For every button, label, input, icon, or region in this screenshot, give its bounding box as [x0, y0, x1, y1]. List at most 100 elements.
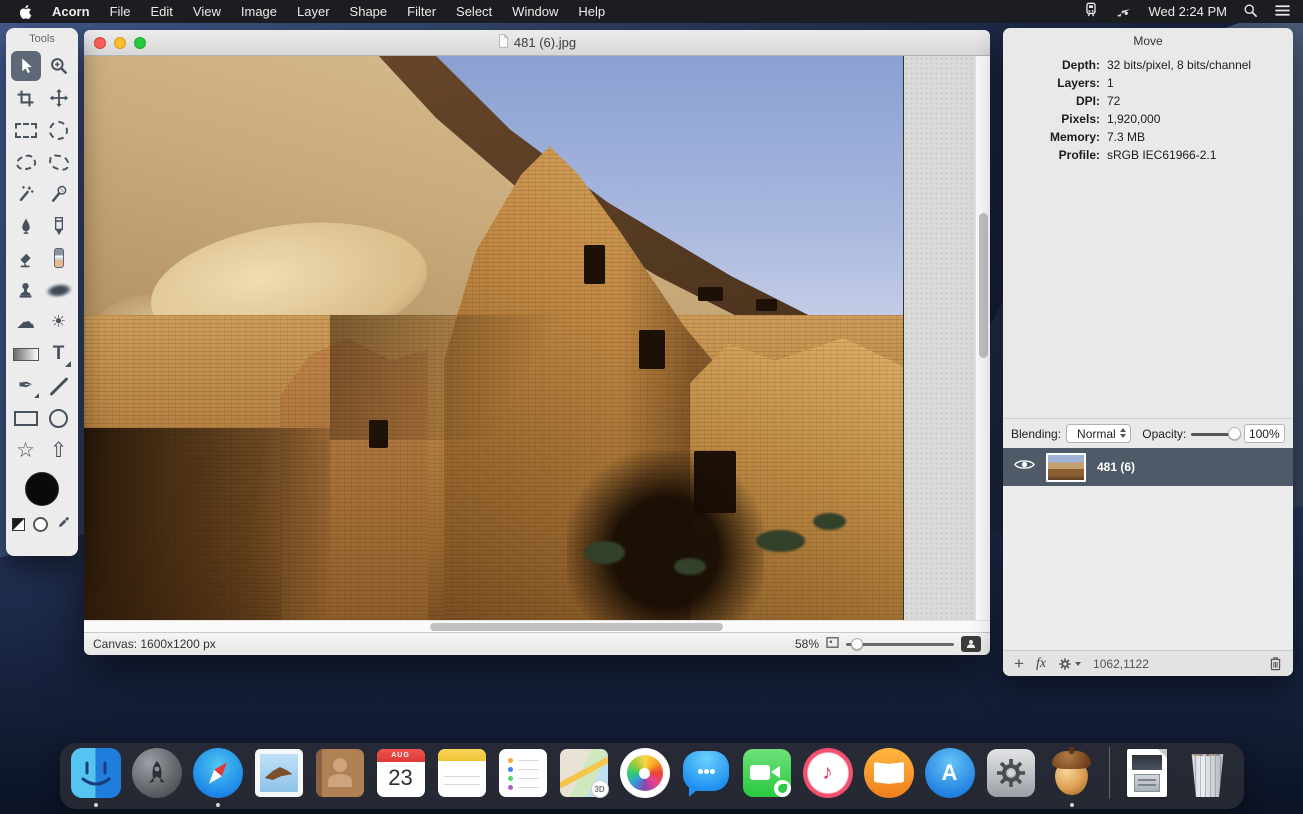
dock-reminders-icon[interactable] — [497, 747, 549, 799]
crop-tool-icon[interactable] — [11, 83, 41, 113]
dock-photos-icon[interactable] — [619, 747, 671, 799]
dock-calendar-icon[interactable]: AUG 23 — [375, 747, 427, 799]
canvas-size-label: Canvas: 1600x1200 px — [93, 637, 216, 651]
vertical-scrollbar[interactable] — [975, 56, 990, 620]
block-eraser-tool-icon[interactable] — [44, 243, 74, 273]
menu-acorn[interactable]: Acorn — [42, 0, 100, 23]
menu-view[interactable]: View — [183, 0, 231, 23]
blending-popup[interactable]: Normal — [1066, 424, 1131, 443]
magic-wand-tool-icon[interactable] — [11, 179, 41, 209]
ellipse-select-tool-icon[interactable] — [44, 115, 74, 145]
delete-layer-trash-icon[interactable] — [1269, 656, 1282, 671]
zoom-slider-knob[interactable] — [851, 638, 863, 650]
menu-image[interactable]: Image — [231, 0, 287, 23]
opacity-slider[interactable] — [1191, 427, 1238, 441]
add-layer-button[interactable]: + — [1014, 654, 1024, 674]
vertical-scrollbar-thumb[interactable] — [979, 213, 988, 358]
document-icon — [498, 34, 509, 51]
dock-trash-icon[interactable] — [1182, 747, 1234, 799]
instant-alpha-tool-icon[interactable] — [44, 179, 74, 209]
menu-edit[interactable]: Edit — [141, 0, 183, 23]
spotlight-search-icon[interactable] — [1243, 3, 1258, 21]
text-tool-icon[interactable]: T — [44, 339, 74, 369]
layer-visibility-eye-icon[interactable] — [1014, 458, 1035, 476]
oval-shape-tool-icon[interactable] — [44, 403, 74, 433]
brush-tool-icon[interactable] — [11, 211, 41, 241]
menu-shape[interactable]: Shape — [340, 0, 398, 23]
horizontal-scrollbar[interactable] — [84, 620, 990, 632]
bw-swatch-icon[interactable] — [12, 518, 25, 531]
rect-shape-tool-icon[interactable] — [11, 403, 41, 433]
gradient-tool-icon[interactable] — [11, 339, 41, 369]
menu-clock[interactable]: Wed 2:24 PM — [1148, 4, 1227, 19]
pencil-tool-icon[interactable] — [44, 211, 74, 241]
menu-filter[interactable]: Filter — [397, 0, 446, 23]
lasso-tool-icon[interactable] — [11, 147, 41, 177]
layer-thumbnail[interactable] — [1046, 453, 1086, 482]
zoom-window-button[interactable] — [134, 37, 146, 49]
dock-finder-icon[interactable] — [70, 747, 122, 799]
opacity-field[interactable]: 100% — [1244, 424, 1285, 443]
dock-mail-icon[interactable] — [253, 747, 305, 799]
tools-grid: ☁ ☀ T ✒ ☆ ⇧ — [6, 50, 78, 466]
dock-maps-icon[interactable]: 3D — [558, 747, 610, 799]
info-row-layers: Layers: 1 — [1013, 74, 1283, 92]
layer-row-selected[interactable]: 481 (6) — [1003, 448, 1293, 486]
eraser-tool-icon[interactable] — [11, 243, 41, 273]
info-value: 1,920,000 — [1107, 110, 1283, 128]
move-tool-icon[interactable] — [44, 83, 74, 113]
running-indicator — [94, 803, 98, 807]
move-arrow-tool-icon[interactable] — [11, 51, 41, 81]
dock-notes-icon[interactable] — [436, 747, 488, 799]
sharpen-tool-icon[interactable]: ☀ — [44, 307, 74, 337]
dock-facetime-icon[interactable] — [741, 747, 793, 799]
layer-actions-gear-button[interactable] — [1058, 657, 1081, 671]
blur-tool-icon[interactable]: ☁ — [11, 307, 41, 337]
smudge-tool-icon[interactable] — [44, 275, 74, 305]
zoom-slider[interactable] — [846, 637, 954, 651]
canvas-image[interactable] — [84, 56, 903, 620]
horizontal-scrollbar-thumb[interactable] — [430, 623, 723, 631]
dock-contacts-icon[interactable] — [314, 747, 366, 799]
bezier-pen-tool-icon[interactable]: ✒ — [11, 371, 41, 401]
polygon-lasso-tool-icon[interactable] — [44, 147, 74, 177]
dock-itunes-icon[interactable]: ♪ — [802, 747, 854, 799]
apple-menu-icon[interactable] — [18, 4, 32, 20]
dock-system-preferences-icon[interactable] — [985, 747, 1037, 799]
menu-help[interactable]: Help — [568, 0, 615, 23]
zoom-tool-icon[interactable] — [44, 51, 74, 81]
opacity-slider-knob[interactable] — [1228, 427, 1241, 440]
dock-acorn-icon[interactable] — [1046, 747, 1098, 799]
menu-layer[interactable]: Layer — [287, 0, 340, 23]
menu-window[interactable]: Window — [502, 0, 568, 23]
clone-stamp-tool-icon[interactable] — [11, 275, 41, 305]
dock-launchpad-icon[interactable] — [131, 747, 183, 799]
gear-caret-icon — [1075, 662, 1081, 666]
dock-messages-icon[interactable] — [680, 747, 732, 799]
notification-center-icon[interactable] — [1274, 4, 1291, 20]
document-window: 481 (6).jpg Canvas: 1600x1200 p — [84, 30, 990, 655]
dock-app-store-icon[interactable]: A — [924, 747, 976, 799]
zoom-in-image-icon[interactable] — [961, 636, 981, 652]
line-tool-icon[interactable] — [44, 371, 74, 401]
arrow-shape-tool-icon[interactable]: ⇧ — [44, 435, 74, 465]
info-value: sRGB IEC61966-2.1 — [1107, 146, 1283, 164]
secondary-color-well[interactable] — [33, 517, 48, 532]
star-shape-tool-icon[interactable]: ☆ — [11, 435, 41, 465]
train-icon[interactable] — [1083, 2, 1099, 21]
rect-select-tool-icon[interactable] — [11, 115, 41, 145]
dock-ibooks-icon[interactable] — [863, 747, 915, 799]
minimize-button[interactable] — [114, 37, 126, 49]
menu-select[interactable]: Select — [446, 0, 502, 23]
menu-file[interactable]: File — [100, 0, 141, 23]
layer-effects-button[interactable]: fx — [1036, 656, 1046, 672]
paper-plane-icon[interactable] — [1115, 3, 1132, 21]
dock-safari-icon[interactable] — [192, 747, 244, 799]
document-content — [84, 56, 990, 620]
close-button[interactable] — [94, 37, 106, 49]
eyedropper-icon[interactable] — [56, 514, 72, 535]
zoom-out-image-icon[interactable] — [826, 637, 839, 651]
color-well[interactable] — [25, 472, 59, 506]
document-titlebar[interactable]: 481 (6).jpg — [84, 30, 990, 56]
dock-documents-icon[interactable] — [1121, 747, 1173, 799]
